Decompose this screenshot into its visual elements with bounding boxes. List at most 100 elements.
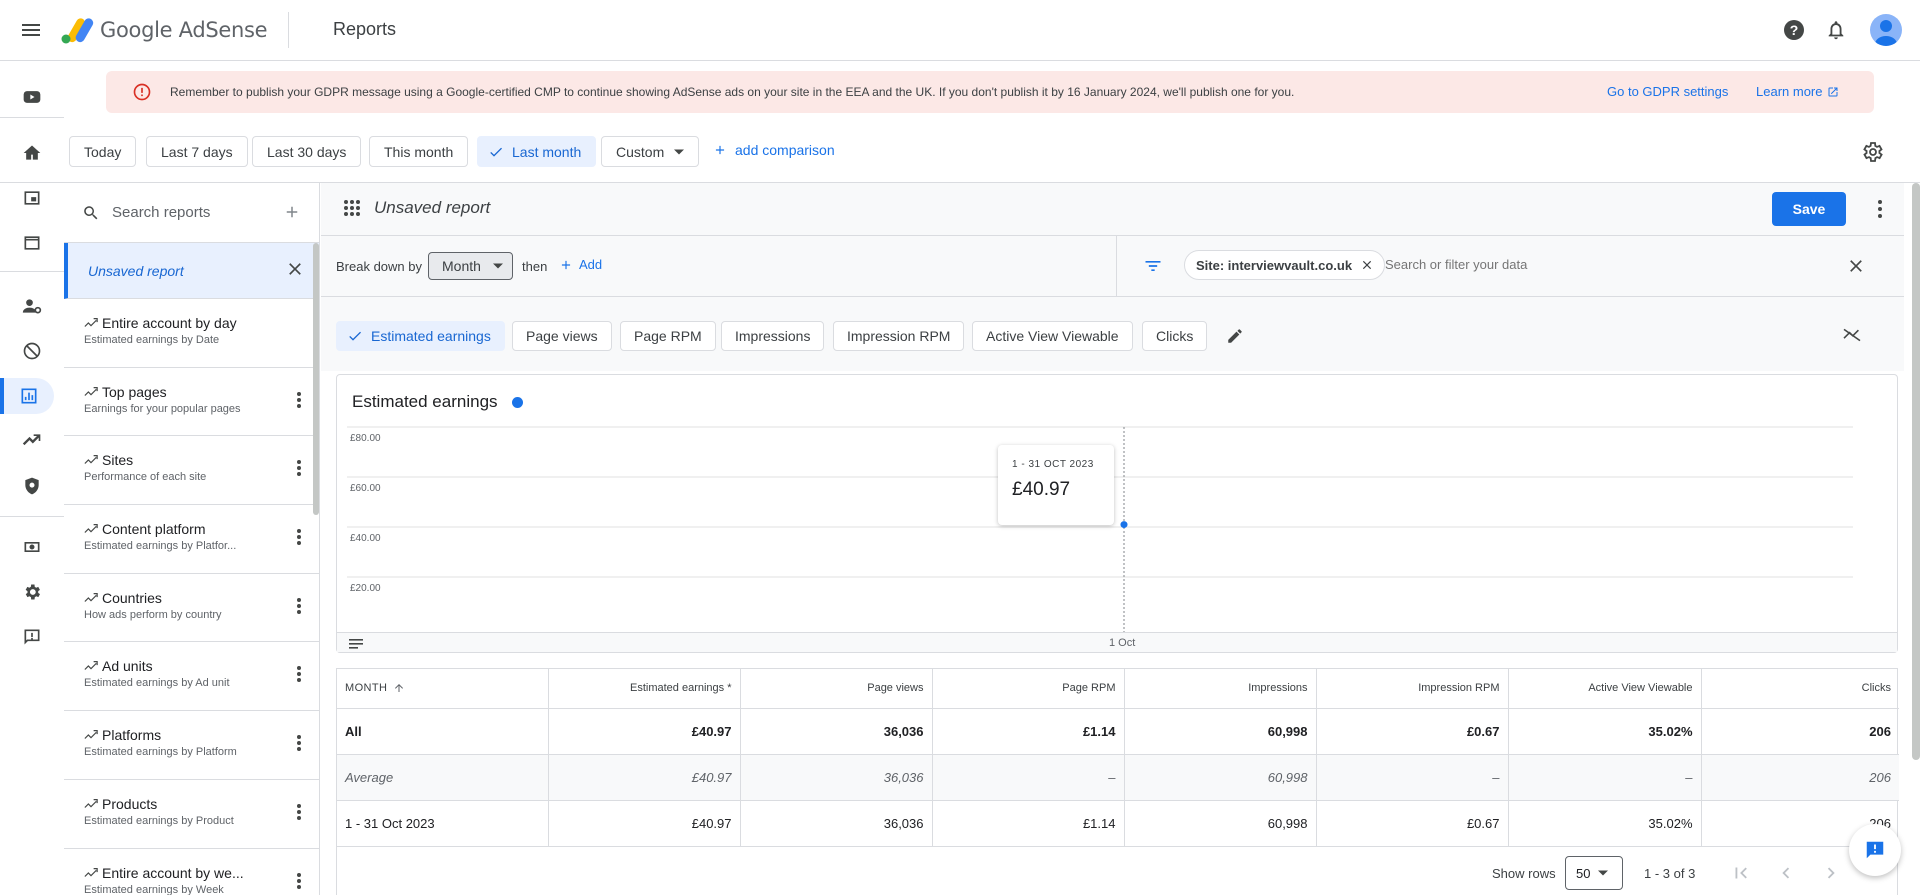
metric-clicks[interactable]: Clicks <box>1142 321 1208 351</box>
table-cell: 36,036 <box>740 754 933 801</box>
column-header[interactable]: Clicks <box>1701 669 1899 709</box>
gdpr-settings-link[interactable]: Go to GDPR settings <box>1607 84 1728 99</box>
apps-grid-icon[interactable] <box>343 199 361 217</box>
page-scrollbar[interactable] <box>1912 183 1920 760</box>
range-last-30-days[interactable]: Last 30 days <box>252 136 362 167</box>
previous-page-icon[interactable] <box>1775 862 1797 884</box>
more-vert-icon[interactable] <box>297 529 301 546</box>
sidebar-report-item[interactable]: Products Estimated earnings by Product <box>64 780 319 849</box>
report-title[interactable]: Unsaved report <box>374 198 490 218</box>
ads-icon[interactable] <box>12 180 52 216</box>
sidebar-report-item[interactable]: Top pages Earnings for your popular pages <box>64 368 319 437</box>
sidebar-report-item[interactable]: Sites Performance of each site <box>64 436 319 506</box>
report-settings-icon[interactable] <box>1860 140 1884 164</box>
policy-center-icon[interactable] <box>12 468 52 504</box>
metric-impressions[interactable]: Impressions <box>721 321 825 351</box>
edit-metrics-icon[interactable] <box>1226 327 1244 345</box>
more-vert-icon[interactable] <box>297 872 301 889</box>
more-vert-icon[interactable] <box>297 803 301 820</box>
payments-icon[interactable] <box>12 529 52 565</box>
metric-page-views[interactable]: Page views <box>512 321 612 351</box>
site-filter-chip[interactable]: Site: interviewvault.co.uk <box>1184 250 1386 280</box>
add-breakdown-button[interactable]: Add <box>559 257 602 272</box>
report-item-title: Platforms <box>102 727 162 744</box>
notifications-icon[interactable] <box>1822 16 1850 44</box>
table-cell: £1.14 <box>932 800 1125 847</box>
sidebar-report-item[interactable]: Platforms Estimated earnings by Platform <box>64 711 319 780</box>
column-header[interactable]: MONTH <box>337 669 549 709</box>
adsense-logo[interactable]: Google AdSense <box>60 15 268 45</box>
first-page-icon[interactable] <box>1730 862 1752 884</box>
more-vert-icon[interactable] <box>297 597 301 614</box>
more-vert-icon[interactable] <box>297 391 301 408</box>
hide-chart-icon[interactable] <box>1842 327 1862 343</box>
report-trend-icon <box>84 455 98 465</box>
table-cell: £0.67 <box>1316 800 1509 847</box>
new-report-plus-icon[interactable] <box>283 203 301 221</box>
privacy-messaging-icon[interactable] <box>12 288 52 324</box>
table-cell: – <box>1316 754 1509 801</box>
column-header[interactable]: Page RPM <box>932 669 1125 709</box>
column-header[interactable]: Active View Viewable <box>1508 669 1702 709</box>
metric-page-rpm[interactable]: Page RPM <box>620 321 716 351</box>
range-this-month[interactable]: This month <box>369 136 469 167</box>
more-vert-icon[interactable] <box>297 460 301 477</box>
column-header[interactable]: Estimated earnings * <box>548 669 741 709</box>
search-input[interactable]: Search reports <box>112 204 210 221</box>
report-search[interactable]: Search reports <box>64 183 319 243</box>
menu-icon[interactable] <box>19 18 43 42</box>
settings-icon[interactable] <box>12 574 52 610</box>
range-custom-dropdown[interactable]: Custom <box>601 136 700 167</box>
youtube-icon[interactable] <box>12 79 52 115</box>
more-vert-icon[interactable] <box>297 666 301 683</box>
metric-impression-rpm[interactable]: Impression RPM <box>833 321 965 351</box>
report-header: Unsaved report Save <box>321 183 1904 236</box>
data-point[interactable] <box>1120 521 1128 529</box>
report-trend-icon <box>84 318 98 327</box>
reports-icon[interactable] <box>0 378 54 414</box>
range-last-month[interactable]: Last month <box>477 136 597 167</box>
show-rows-label: Show rows <box>1492 866 1556 881</box>
more-vert-icon[interactable] <box>1878 200 1882 218</box>
column-header[interactable]: Page views <box>740 669 933 709</box>
chart-table-toggle-icon[interactable] <box>349 638 363 650</box>
account-avatar[interactable] <box>1870 14 1902 46</box>
metric-estimated-earnings[interactable]: Estimated earnings <box>336 321 505 351</box>
save-button[interactable]: Save <box>1772 192 1846 226</box>
range-last-7-days[interactable]: Last 7 days <box>146 136 248 167</box>
more-vert-icon[interactable] <box>297 735 301 752</box>
report-item-subtitle: Estimated earnings by Platform <box>84 746 237 759</box>
sidebar-report-item[interactable]: Entire account by day Estimated earnings … <box>64 299 319 368</box>
column-header[interactable]: Impressions <box>1124 669 1317 709</box>
column-header[interactable]: Impression RPM <box>1316 669 1509 709</box>
filter-icon[interactable] <box>1143 256 1163 276</box>
range-today[interactable]: Today <box>69 136 137 167</box>
feedback-chat-button[interactable] <box>1849 824 1901 876</box>
y-tick-label: £40.00 <box>350 533 381 544</box>
add-comparison-button[interactable]: add comparison <box>713 142 835 158</box>
filter-search-input[interactable] <box>1385 257 1785 272</box>
close-icon[interactable] <box>285 259 305 279</box>
sidebar-report-item[interactable]: Ad units Estimated earnings by Ad unit <box>64 642 319 712</box>
sidebar-item-unsaved-report[interactable]: Unsaved report <box>64 243 319 299</box>
sidebar-scrollbar[interactable] <box>313 243 319 515</box>
sites-icon[interactable] <box>12 225 52 261</box>
sidebar-report-item[interactable]: Entire account by we... Estimated earning… <box>64 849 319 895</box>
report-item-title: Entire account by we... <box>102 864 244 881</box>
metric-active-view-viewable[interactable]: Active View Viewable <box>972 321 1133 351</box>
table-cell: 206 <box>1701 708 1899 755</box>
help-icon[interactable]: ? <box>1780 16 1808 44</box>
optimization-icon[interactable] <box>12 423 52 459</box>
table-cell: 206 <box>1701 754 1899 801</box>
sidebar-report-item[interactable]: Content platform Estimated earnings by Pl… <box>64 505 319 574</box>
rows-per-page-select[interactable]: 50 <box>1565 856 1623 890</box>
feedback-icon[interactable] <box>12 619 52 655</box>
sidebar-report-item[interactable]: Countries How ads perform by country <box>64 574 319 643</box>
report-item-title-row: Sites <box>84 452 319 468</box>
clear-filters-icon[interactable] <box>1846 256 1866 276</box>
next-page-icon[interactable] <box>1820 862 1842 884</box>
report-item-subtitle: Estimated earnings by Date <box>84 334 220 346</box>
learn-more-link[interactable]: Learn more <box>1756 84 1839 99</box>
blocking-controls-icon[interactable] <box>12 333 52 369</box>
breakdown-dropdown[interactable]: Month <box>428 252 513 280</box>
